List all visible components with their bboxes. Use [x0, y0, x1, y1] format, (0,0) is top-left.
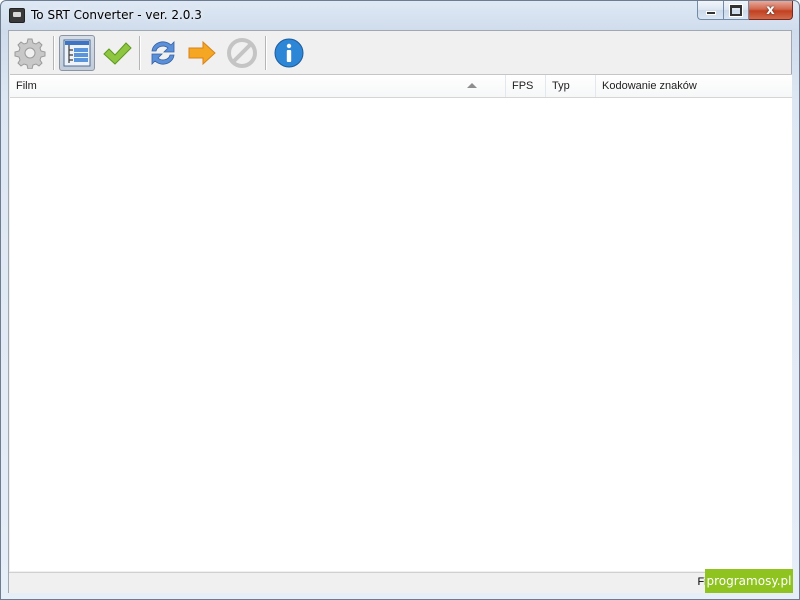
gear-icon: [14, 38, 46, 69]
stop-icon: [227, 38, 257, 68]
settings-button[interactable]: [12, 35, 48, 71]
close-icon: x: [766, 2, 775, 18]
toolbar-separator: [53, 36, 55, 70]
convert-button[interactable]: [184, 35, 220, 71]
sort-ascending-icon: [467, 83, 477, 88]
client-area: Film FPS Typ Kodowanie znaków Filmy: 0,: [8, 30, 792, 593]
checkmark-icon: [103, 42, 132, 65]
tree-list-icon: [63, 39, 91, 67]
caption-buttons: x: [697, 1, 793, 21]
film-list[interactable]: Film FPS Typ Kodowanie znaków: [10, 74, 792, 571]
column-header-typ[interactable]: Typ: [546, 75, 596, 97]
app-icon[interactable]: [9, 8, 25, 23]
status-bar: Filmy: 0,: [9, 572, 791, 593]
title-bar[interactable]: To SRT Converter - ver. 2.0.3 x: [1, 1, 799, 30]
refresh-button[interactable]: [145, 35, 181, 71]
maximize-button[interactable]: [723, 1, 749, 20]
minimize-icon: [705, 10, 716, 15]
window-title: To SRT Converter - ver. 2.0.3: [31, 8, 202, 22]
minimize-button[interactable]: [697, 1, 723, 20]
list-header: Film FPS Typ Kodowanie znaków: [10, 75, 792, 98]
toolbar-separator: [265, 36, 267, 70]
main-window: To SRT Converter - ver. 2.0.3 x Film FPS…: [0, 0, 800, 600]
toolbar-separator: [139, 36, 141, 70]
column-header-film[interactable]: Film: [10, 75, 506, 97]
column-header-fps[interactable]: FPS: [506, 75, 546, 97]
toolbar: [9, 31, 791, 74]
info-icon: [274, 38, 304, 68]
stop-button[interactable]: [224, 35, 260, 71]
about-button[interactable]: [271, 35, 307, 71]
list-view-button[interactable]: [59, 35, 95, 71]
maximize-icon: [730, 4, 742, 16]
arrow-right-icon: [188, 40, 216, 66]
watermark-logo: programosy.pl: [705, 569, 793, 593]
refresh-icon: [151, 41, 175, 65]
close-button[interactable]: x: [749, 1, 793, 20]
column-header-encoding[interactable]: Kodowanie znaków: [596, 75, 792, 97]
check-button[interactable]: [99, 35, 135, 71]
